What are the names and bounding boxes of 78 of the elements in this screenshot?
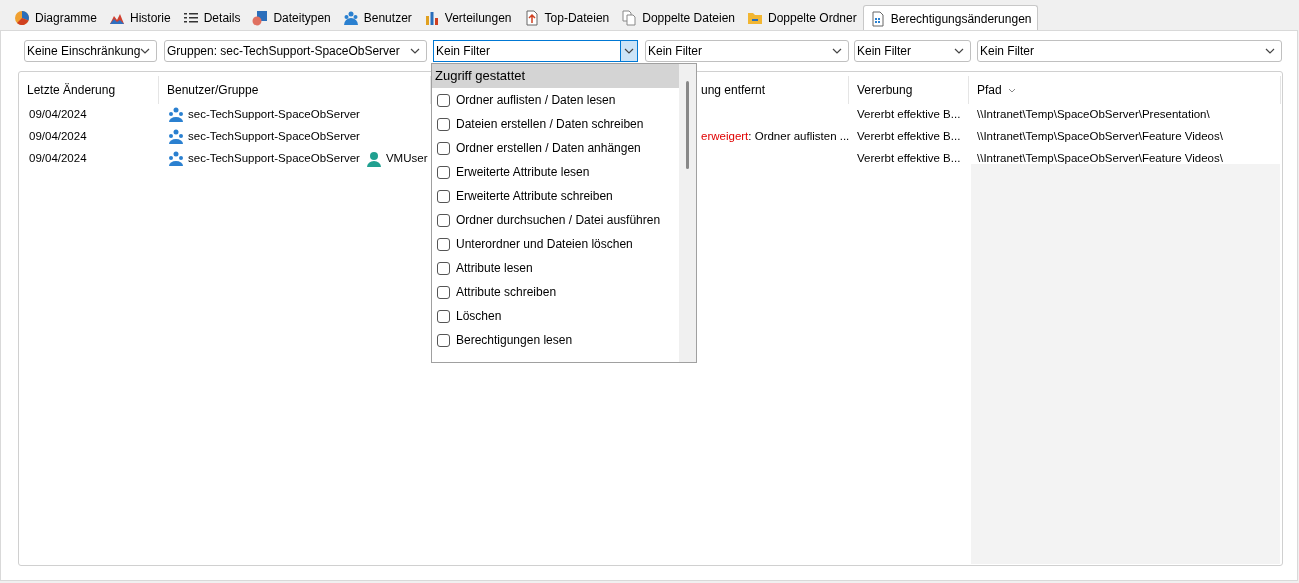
file-types-icon: [252, 10, 269, 26]
checkbox[interactable]: [437, 189, 450, 203]
path-cell-text: \\Intranet\Temp\SpaceObServer\Presentation\: [977, 107, 1210, 123]
checkbox[interactable]: [437, 213, 450, 227]
scrollbar-thumb[interactable]: [686, 81, 689, 169]
tab[interactable]: Details: [176, 6, 247, 30]
tab[interactable]: Top-Dateien: [517, 6, 616, 30]
dropdown-option[interactable]: Ordner erstellen / Daten anhängen: [432, 136, 679, 160]
checkbox[interactable]: [437, 141, 450, 155]
principal-name: sec-TechSupport-SpaceObServer: [188, 151, 360, 167]
folder-icon: [747, 10, 763, 26]
scrollbar[interactable]: [679, 64, 696, 362]
chevron-down-icon: [140, 48, 151, 54]
tab[interactable]: Doppelte Dateien: [615, 6, 741, 30]
inheritance-cell-text: Vererbt effektive B...: [857, 129, 961, 145]
date-cell-text: 09/04/2024: [29, 129, 87, 145]
checkbox[interactable]: [437, 165, 450, 179]
dropdown-option[interactable]: Erweiterte Attribute lesen: [432, 160, 679, 184]
date-cell-text: 09/04/2024: [29, 107, 87, 123]
tab[interactable]: Historie: [103, 6, 177, 30]
dropdown-option[interactable]: Ordner durchsuchen / Datei ausführen: [432, 208, 679, 232]
pie-chart-icon: [14, 10, 30, 26]
dropdown-option[interactable]: Attribute lesen: [432, 256, 679, 280]
inheritance-cell-text: Vererbt effektive B...: [857, 151, 961, 167]
filter-dropdown[interactable]: Keine Einschränkung: [24, 40, 157, 62]
filter-dropdown[interactable]: Gruppen: sec-TechSupport-SpaceObServer: [164, 40, 427, 62]
column-header-cell[interactable]: Vererbung: [849, 76, 969, 104]
filter-dropdown[interactable]: Kein Filter: [433, 40, 638, 62]
principal-name: sec-TechSupport-SpaceObServer: [188, 107, 360, 123]
checkbox[interactable]: [437, 237, 450, 251]
users-icon: [342, 10, 359, 26]
checkbox[interactable]: [437, 261, 450, 275]
filter-dropdown[interactable]: Kein Filter: [854, 40, 971, 62]
column-header-cell[interactable]: Pfad: [969, 76, 1281, 104]
inheritance-cell-text: Vererbt effektive B...: [857, 107, 961, 123]
documents-icon: [621, 10, 638, 26]
checkbox[interactable]: [437, 309, 450, 323]
checkbox[interactable]: [437, 333, 450, 347]
dropdown-option[interactable]: Attribute schreiben: [432, 280, 679, 304]
sort-indicator-icon: [1007, 87, 1016, 93]
dropdown-option[interactable]: Erweiterte Attribute schreiben: [432, 184, 679, 208]
chevron-down-icon: [1265, 48, 1275, 54]
filter-dropdown[interactable]: Kein Filter: [645, 40, 849, 62]
dropdown-option[interactable]: Unterordner und Dateien löschen: [432, 232, 679, 256]
filter-dropdown[interactable]: Kein Filter: [977, 40, 1282, 62]
dropdown-option[interactable]: Berechtigungen lesen: [432, 328, 679, 352]
tab[interactable]: Doppelte Ordner: [741, 6, 863, 30]
permission-cell-text: erweigert: Ordner auflisten ...: [701, 129, 850, 145]
path-cell-text: \\Intranet\Temp\SpaceObServer\Feature Videos\: [977, 151, 1223, 167]
checkbox[interactable]: [437, 285, 450, 299]
tab[interactable]: Diagramme: [8, 6, 103, 30]
users-icon: [167, 106, 185, 124]
column-header-cell[interactable]: Letzte Änderung: [19, 76, 159, 104]
users-icon: [167, 150, 185, 168]
checkbox[interactable]: [437, 93, 450, 107]
list-icon: [182, 10, 199, 26]
bar-chart-icon: [423, 10, 440, 26]
principal-name: VMUser: [385, 151, 428, 167]
spreadsheet-document-icon: [869, 10, 886, 27]
chevron-down-icon: [832, 48, 842, 54]
tab[interactable]: Berechtigungsänderungen: [862, 5, 1039, 31]
chevron-down-icon: [410, 48, 420, 54]
chevron-down-icon: [954, 48, 964, 54]
principal-name: sec-TechSupport-SpaceObServer: [188, 129, 360, 145]
tab[interactable]: Verteilungen: [417, 6, 518, 30]
date-cell-text: 09/04/2024: [29, 151, 87, 167]
users-icon: [167, 128, 185, 146]
user-icon: [364, 150, 383, 168]
dropdown-option[interactable]: Dateien erstellen / Daten schreiben: [432, 112, 679, 136]
tab[interactable]: Benutzer: [336, 6, 418, 30]
dropdown-option[interactable]: Löschen: [432, 304, 679, 328]
document-arrow-icon: [523, 10, 540, 26]
dropdown-group-header: Zugriff gestattet: [432, 64, 679, 88]
tab[interactable]: Dateitypen: [246, 6, 337, 30]
dropdown-option[interactable]: Ordner auflisten / Daten lesen: [432, 88, 679, 112]
path-cell-text: \\Intranet\Temp\SpaceObServer\Feature Videos\: [977, 129, 1223, 145]
chevron-down-icon: [624, 48, 634, 54]
checkbox[interactable]: [437, 117, 450, 131]
